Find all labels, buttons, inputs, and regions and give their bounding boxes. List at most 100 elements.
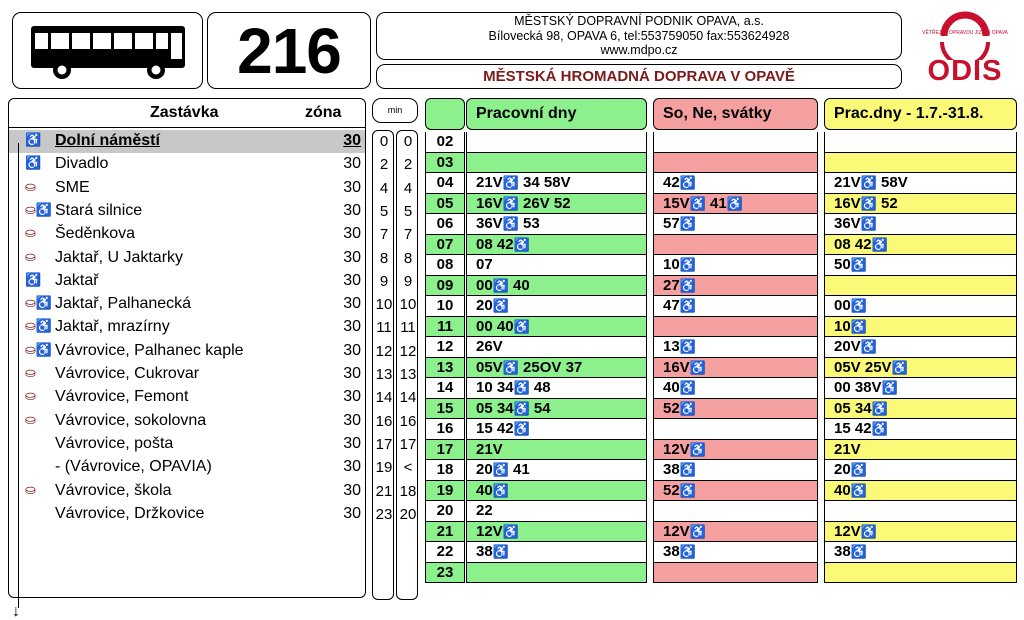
hour-cell: 05 [425, 193, 465, 214]
wheelchair-icon: ♿ [492, 277, 509, 293]
hour-cell: 12 [425, 337, 465, 358]
timetable-row: 20 22 [425, 501, 1023, 522]
timetable-row: 14 10 34♿ 48 40♿ 00 38V♿ [425, 378, 1023, 399]
stop-row: ♿ Dolní náměstí 30 [9, 130, 365, 153]
stop-name: Vávrovice, Femont [55, 388, 189, 406]
stop-name: Vávrovice, pošta [55, 434, 174, 452]
weekend-cell [653, 234, 818, 255]
weekend-cell: 38♿ [653, 460, 818, 481]
stop-column-header: Zastávka [150, 104, 219, 121]
wheelchair-icon: ♿ [850, 544, 867, 559]
company-name: MĚSTSKÝ DOPRAVNÍ PODNIK OPAVA, a.s. [514, 14, 764, 28]
wheelchair-icon: ♿ [513, 421, 530, 436]
wheelchair-icon: ♿ [492, 462, 509, 477]
stop-zone: 30 [343, 178, 361, 196]
accessibility-icon: ♿ [25, 271, 42, 287]
stop-name: Jaktař, mrazírny [55, 318, 170, 336]
weekend-cell: 40♿ [653, 378, 818, 399]
weekend-cell: 13♿ [653, 337, 818, 358]
weekend-cell [653, 562, 818, 583]
stop-name: Vávrovice, sokolovna [55, 411, 207, 429]
summer-cell: 00♿ [824, 296, 1017, 317]
route-line [18, 143, 19, 608]
minute-value: 7 [379, 226, 389, 244]
weekday-cell: 05V♿ 25OV 37 [466, 357, 647, 378]
accessibility-icon: ⛀ [25, 178, 36, 194]
wheelchair-icon: ♿ [891, 359, 908, 375]
odis-logo: VĚTŘEJTE OPRAVDU JIZDNÍ OPAVA ODIS [922, 10, 1008, 88]
timetable-row: 16 15 42♿ 15 42♿ [425, 419, 1023, 440]
stop-zone: 30 [343, 434, 361, 452]
weekday-cell: 36V♿ 53 [466, 214, 647, 235]
hour-header [425, 98, 465, 130]
accessibility-icon: ⛀ [25, 225, 36, 241]
minute-value: 4 [379, 179, 389, 197]
accessibility-icon: ⛀ [25, 411, 36, 427]
stop-row: ⛀♿ Vávrovice, Palhanec kaple 30 [9, 340, 365, 363]
weekend-cell: 57♿ [653, 214, 818, 235]
hour-cell: 18 [425, 460, 465, 481]
accessibility-icon: ⛀♿ [25, 318, 53, 334]
weekday-cell: 40♿ [466, 480, 647, 501]
hour-cell: 07 [425, 234, 465, 255]
summer-cell: 05 34♿ [824, 398, 1017, 419]
minute-value: 11 [400, 319, 416, 337]
summer-cell: 21V♿ 58V [824, 173, 1017, 194]
summer-cell [824, 152, 1017, 173]
timetable-row: 08 07 10♿ 50♿ [425, 255, 1023, 276]
summer-cell [824, 275, 1017, 296]
accessibility-icon: ⛀ [25, 388, 36, 404]
hour-cell: 19 [425, 480, 465, 501]
hour-cell: 02 [425, 132, 465, 153]
stop-row: ♿ Jaktař 30 [9, 270, 365, 293]
wheelchair-icon: ♿ [679, 462, 696, 477]
wheelchair-icon: ♿ [679, 257, 696, 272]
wheelchair-icon: ♿ [881, 380, 898, 395]
wheelchair-icon: ♿ [860, 216, 877, 231]
logo-text: ODIS [927, 55, 1003, 87]
weekday-cell: 00♿ 40 [466, 275, 647, 296]
wheelchair-icon: ♿ [492, 482, 509, 498]
wheelchair-icon: ♿ [679, 298, 696, 313]
stop-zone: 30 [343, 225, 361, 243]
accessibility-icon: ⛀♿ [25, 201, 53, 217]
minute-value: 23 [375, 505, 393, 523]
minute-value: 12 [375, 342, 393, 360]
weekend-cell [653, 152, 818, 173]
weekday-cell: 08 42♿ [466, 234, 647, 255]
hour-cell: 20 [425, 501, 465, 522]
minute-value: 9 [403, 272, 413, 290]
accessibility-icon: ⛀♿ [25, 341, 53, 357]
wheelchair-icon: ♿ [850, 318, 867, 334]
minute-value: 14 [375, 389, 393, 407]
minute-value: 9 [379, 272, 389, 290]
minute-value: 13 [375, 366, 393, 383]
wheelchair-icon: ♿ [871, 236, 888, 252]
bus-icon-box [12, 12, 203, 89]
summer-cell: 50♿ [824, 255, 1017, 276]
zone-column-header: zóna [305, 104, 342, 121]
stop-zone: 30 [343, 248, 361, 266]
minute-value: 14 [399, 389, 417, 407]
accessibility-icon: ♿ [25, 155, 42, 171]
minute-value: 17 [399, 435, 417, 453]
summer-cell: 12V♿ [824, 521, 1017, 542]
weekend-cell: 52♿ [653, 480, 818, 501]
company-web: www.mdpo.cz [600, 43, 678, 57]
stop-zone: 30 [343, 411, 361, 429]
weekday-cell: 21V♿ 34 58V [466, 173, 647, 194]
timetable-row: 13 05V♿ 25OV 37 16V♿ 05V 25V♿ [425, 357, 1023, 378]
weekday-cell: 15 42♿ [466, 419, 647, 440]
weekend-cell: 52♿ [653, 398, 818, 419]
summer-cell: 20V♿ [824, 337, 1017, 358]
wheelchair-icon: ♿ [679, 400, 696, 416]
stop-name: - (Vávrovice, OPAVIA) [55, 458, 212, 476]
weekday-cell [466, 562, 647, 583]
summer-cell: 38♿ [824, 542, 1017, 563]
wheelchair-icon: ♿ [679, 216, 696, 231]
stop-row: ⛀ Vávrovice, sokolovna 30 [9, 410, 365, 433]
weekday-cell: 00 40♿ [466, 316, 647, 337]
summer-cell: 08 42♿ [824, 234, 1017, 255]
wheelchair-icon: ♿ [689, 195, 706, 211]
stop-zone: 30 [343, 155, 361, 173]
